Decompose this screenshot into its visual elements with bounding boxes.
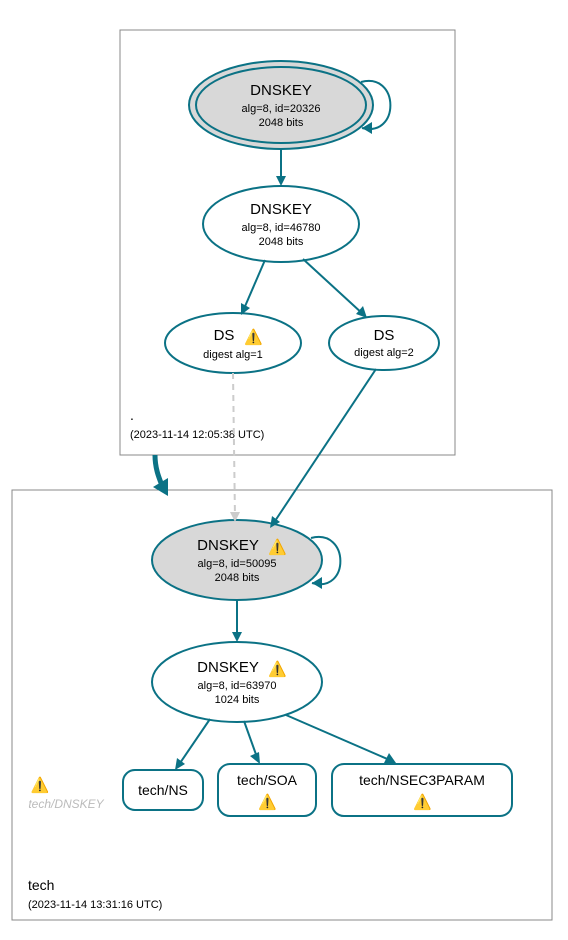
arrow-tksk-tzsk xyxy=(232,632,242,642)
edge-ds1-techksk xyxy=(233,373,235,518)
arrow-rzsk-ds2 xyxy=(356,306,367,318)
node-ds1: DS ⚠️ digest alg=1 xyxy=(165,313,301,373)
tech-soa-title: tech/SOA xyxy=(237,772,298,788)
arrow-tzsk-ns xyxy=(175,758,185,770)
node-tech-ns: tech/NS xyxy=(123,770,203,810)
ds2-title: DS xyxy=(374,327,395,344)
node-ds2: DS digest alg=2 xyxy=(329,316,439,370)
dnssec-graph: . (2023-11-14 12:05:38 UTC) tech (2023-1… xyxy=(0,0,568,940)
ds1-l1: digest alg=1 xyxy=(203,349,263,361)
warning-icon: ⚠️ xyxy=(258,793,277,811)
node-tech-nsec3: tech/NSEC3PARAM ⚠️ xyxy=(332,764,512,816)
warning-icon: ⚠️ xyxy=(244,328,263,346)
node-tech-dnskey-gray: ⚠️ tech/DNSKEY xyxy=(28,776,104,811)
edge-tzsk-nsec3 xyxy=(286,715,392,761)
root-zsk-title: DNSKEY xyxy=(250,201,312,218)
warning-icon: ⚠️ xyxy=(268,538,287,556)
tech-ksk-l1: alg=8, id=50095 xyxy=(198,558,277,570)
zone-root-ts: (2023-11-14 12:05:38 UTC) xyxy=(130,429,264,441)
root-ksk-title: DNSKEY xyxy=(250,82,312,99)
tech-ns-title: tech/NS xyxy=(138,782,188,798)
warning-icon: ⚠️ xyxy=(31,776,50,794)
root-zsk-l1: alg=8, id=46780 xyxy=(242,222,321,234)
warning-icon: ⚠️ xyxy=(268,660,287,678)
ds2-l1: digest alg=2 xyxy=(354,347,414,359)
node-tech-ksk: DNSKEY ⚠️ alg=8, id=50095 2048 bits xyxy=(152,520,322,600)
node-tech-soa: tech/SOA ⚠️ xyxy=(218,764,316,816)
edge-rzsk-ds1 xyxy=(243,260,265,311)
ds1-title: DS xyxy=(214,327,235,344)
tech-zsk-l2: 1024 bits xyxy=(215,694,260,706)
zone-tech-ts: (2023-11-14 13:31:16 UTC) xyxy=(28,899,162,911)
edge-rzsk-ds2 xyxy=(303,259,364,315)
arrow-tzsk-soa xyxy=(250,752,260,764)
arrow-rksk-rzsk xyxy=(276,176,286,186)
root-ksk-l2: 2048 bits xyxy=(259,117,304,129)
root-zsk-l2: 2048 bits xyxy=(259,236,304,248)
tech-ksk-title: DNSKEY xyxy=(197,537,259,554)
node-tech-zsk: DNSKEY ⚠️ alg=8, id=63970 1024 bits xyxy=(152,642,322,722)
node-root-zsk: DNSKEY alg=8, id=46780 2048 bits xyxy=(203,186,359,262)
tech-nsec3-title: tech/NSEC3PARAM xyxy=(359,772,485,788)
node-root-ksk: DNSKEY alg=8, id=20326 2048 bits xyxy=(189,61,373,149)
tech-dnskey-gray-title: tech/DNSKEY xyxy=(28,797,104,811)
root-ksk-l1: alg=8, id=20326 xyxy=(242,103,321,115)
tech-ksk-l2: 2048 bits xyxy=(215,572,260,584)
tech-zsk-l1: alg=8, id=63970 xyxy=(198,680,277,692)
edge-ds2-techksk xyxy=(273,369,376,524)
tech-zsk-title: DNSKEY xyxy=(197,659,259,676)
zone-root-label: . xyxy=(130,407,134,423)
zone-tech-label: tech xyxy=(28,877,54,893)
warning-icon: ⚠️ xyxy=(413,793,432,811)
edge-tzsk-ns xyxy=(178,719,210,766)
